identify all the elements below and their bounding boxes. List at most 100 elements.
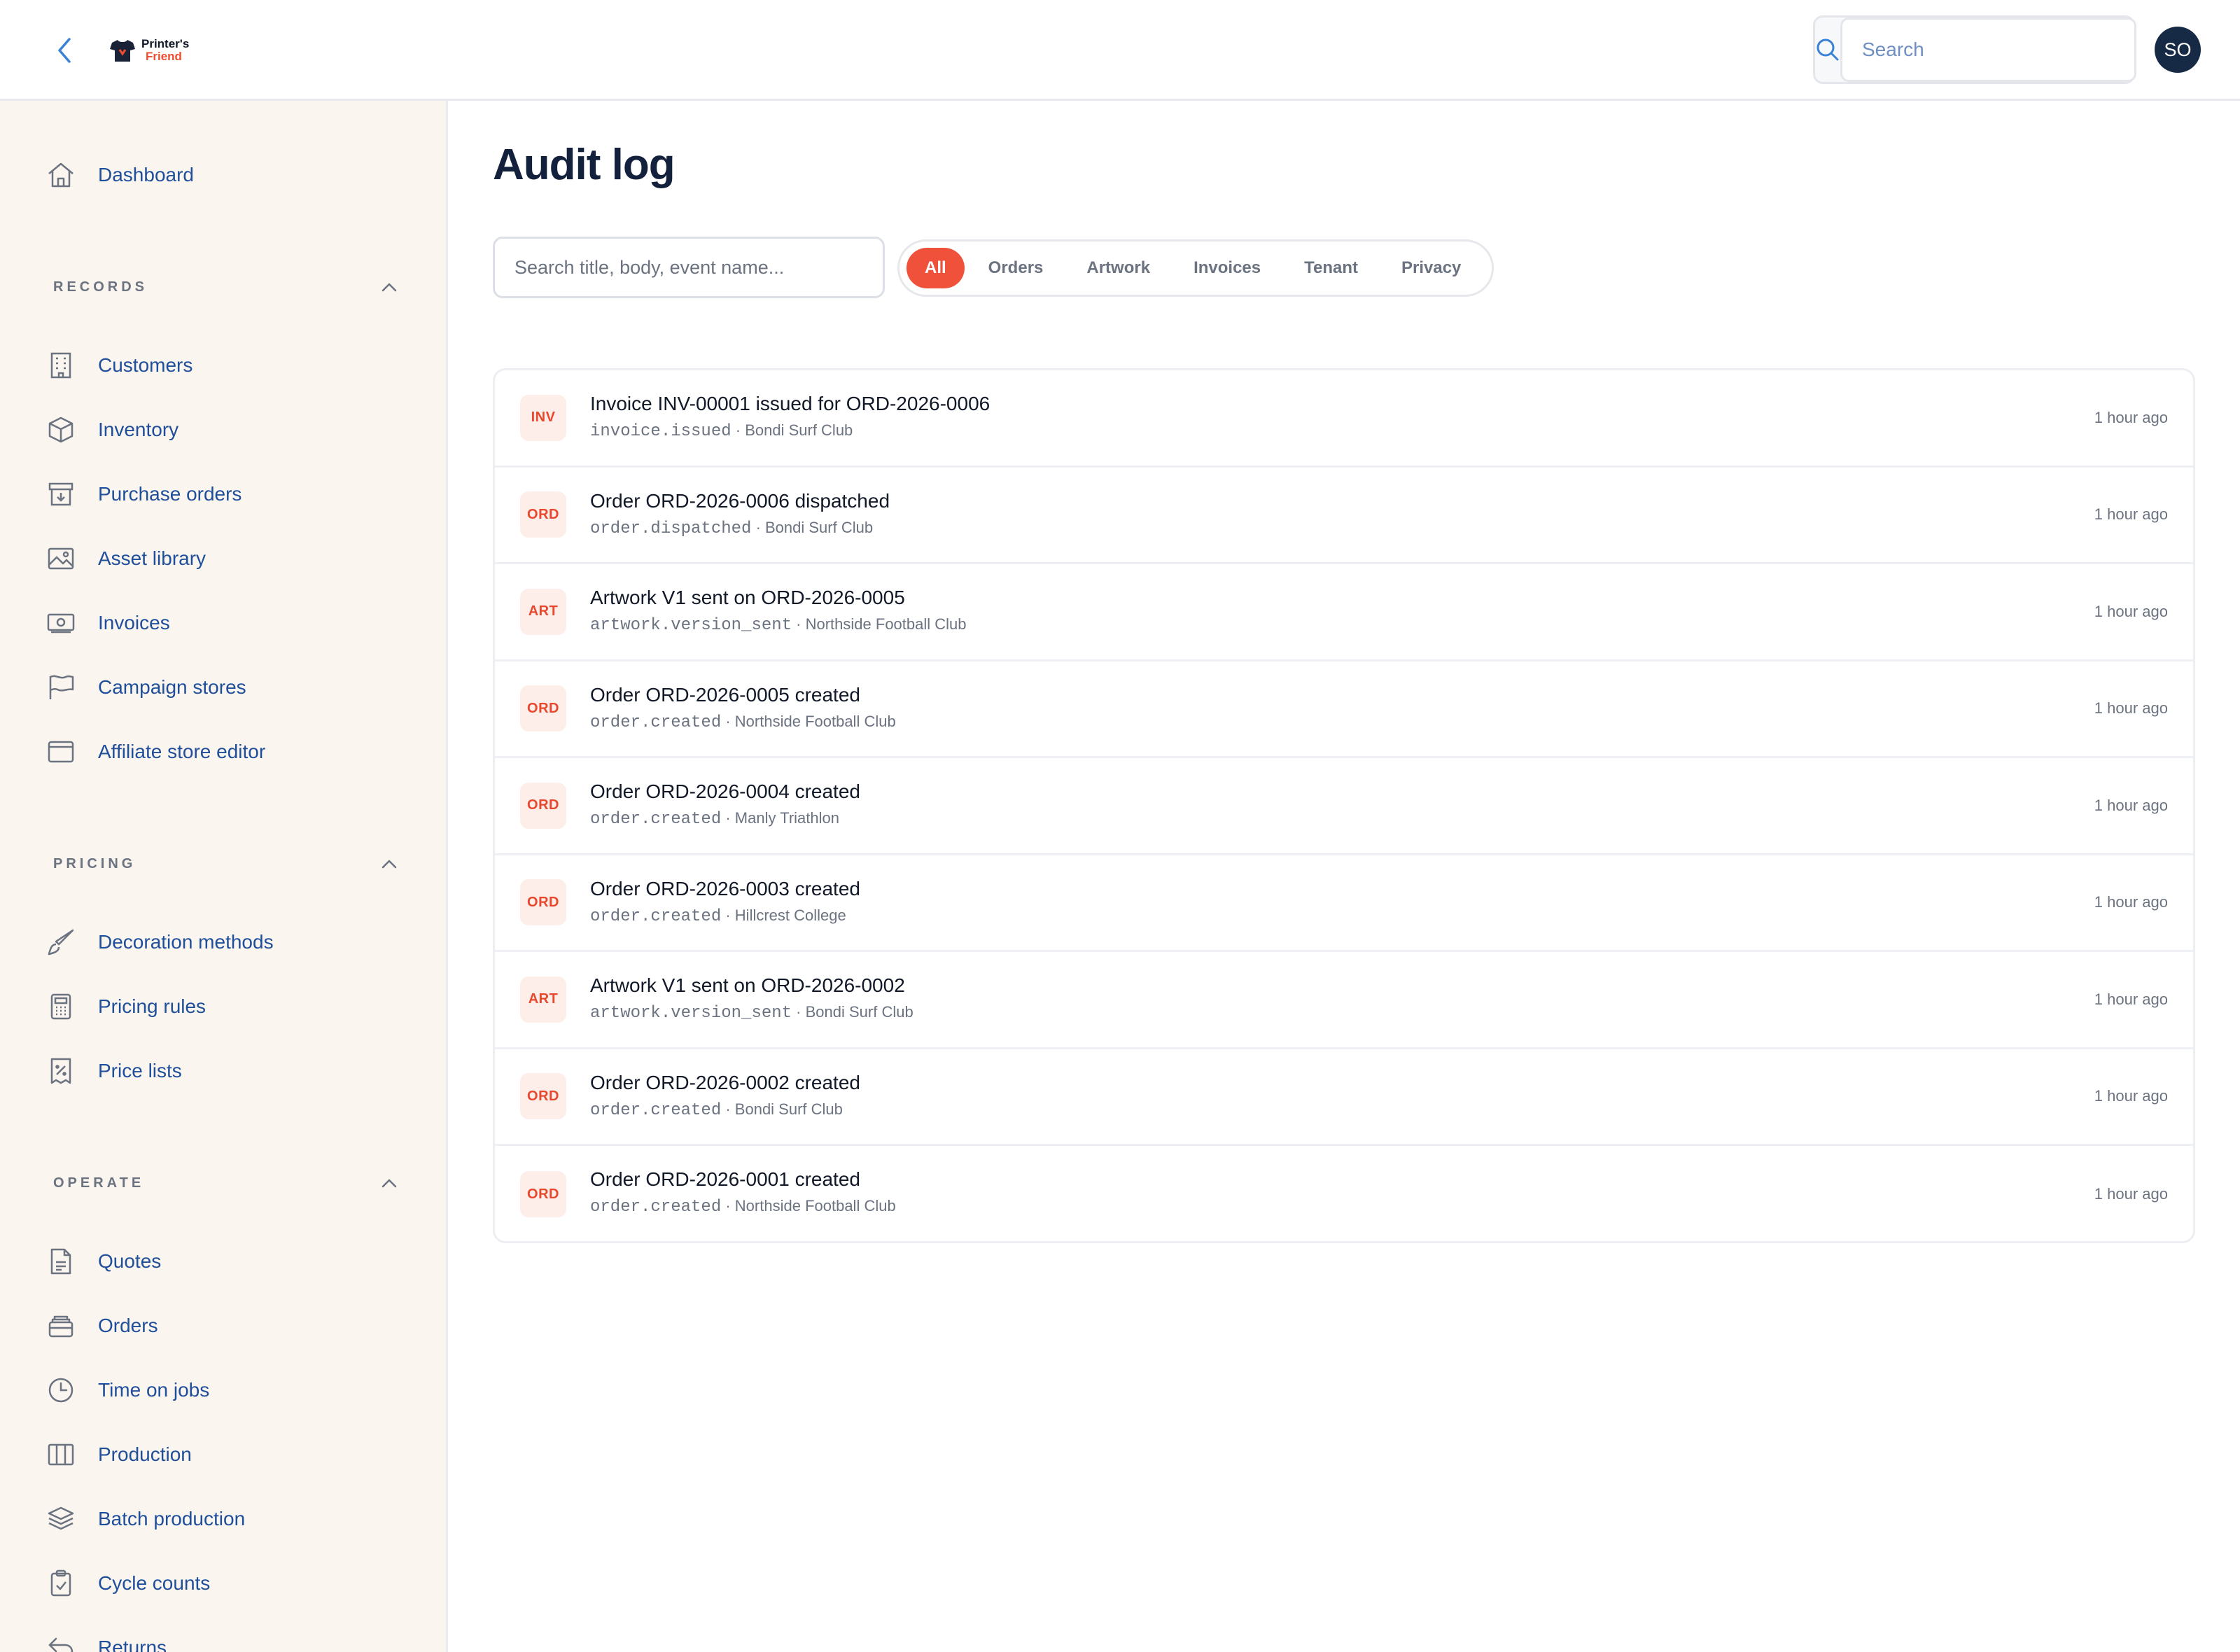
log-entry[interactable]: ORD Order ORD-2026-0005 created order.cr… [495,662,2193,758]
event-name: order.created [590,1198,722,1217]
audit-log-list: INV Invoice INV-00001 issued for ORD-202… [493,368,2195,1243]
client-name: · Bondi Surf Club [796,1003,913,1021]
sidebar-item-pricing-rules[interactable]: Pricing rules [45,986,206,1028]
sidebar-item-invoices[interactable]: Invoices [45,602,170,644]
sidebar-item-orders[interactable]: Orders [45,1305,158,1347]
log-entry[interactable]: ORD Order ORD-2026-0004 created order.cr… [495,758,2193,855]
entry-title: Order ORD-2026-0006 dispatched [590,489,890,512]
entry-title: Invoice INV-00001 issued for ORD-2026-00… [590,393,990,414]
log-entry[interactable]: ORD Order ORD-2026-0003 created order.cr… [495,855,2193,952]
sidebar-item-affiliate-store-editor[interactable]: Affiliate store editor [45,731,265,773]
entry-title: Order ORD-2026-0001 created [590,1168,860,1190]
user-avatar[interactable]: SO [2155,27,2201,73]
entry-title: Artwork V1 sent on ORD-2026-0005 [590,587,905,608]
collapse-pricing-button[interactable] [375,850,403,878]
sidebar-item-label: Invoices [98,612,170,634]
entry-title: Order ORD-2026-0003 created [590,877,860,899]
sidebar-item-inventory[interactable]: Inventory [45,409,178,451]
category-filter-tabs: All Orders Artwork Invoices Tenant Priva… [897,239,1494,297]
client-name: · Bondi Surf Club [755,518,874,536]
chevron-up-icon [382,860,397,869]
arrow-uturn-left-icon [45,1632,77,1652]
type-badge: ORD [520,1073,566,1120]
home-icon [45,159,77,191]
chevron-up-icon [382,1179,397,1188]
collapse-records-button[interactable] [375,273,403,301]
tab-orders[interactable]: Orders [969,248,1063,288]
event-name: artwork.version_sent [590,616,792,635]
event-name: order.created [590,1100,722,1120]
client-name: · Bondi Surf Club [735,421,853,439]
document-text-icon [45,1245,77,1278]
log-entry[interactable]: ART Artwork V1 sent on ORD-2026-0002 art… [495,952,2193,1049]
archive-download-icon [45,478,77,510]
entry-time: 1 hour ago [2094,1185,2168,1203]
collapse-operate-button[interactable] [375,1169,403,1197]
sidebar-item-batch-production[interactable]: Batch production [45,1498,245,1540]
back-button[interactable] [50,35,78,66]
entry-time: 1 hour ago [2094,1087,2168,1105]
sidebar-item-time-on-jobs[interactable]: Time on jobs [45,1369,209,1411]
sidebar-item-label: Asset library [98,547,206,569]
section-title: RECORDS [53,279,148,295]
type-badge: ORD [520,782,566,829]
tab-all[interactable]: All [906,248,965,288]
type-badge: ART [520,976,566,1023]
sidebar-item-customers[interactable]: Customers [45,344,192,386]
tab-invoices[interactable]: Invoices [1174,248,1280,288]
tab-tenant[interactable]: Tenant [1284,248,1378,288]
global-search [1813,15,2136,84]
logo-text-line1: Printer's [141,37,190,50]
paintbrush-icon [45,926,77,958]
sidebar-item-label: Campaign stores [98,676,246,698]
log-entry[interactable]: ART Artwork V1 sent on ORD-2026-0005 art… [495,564,2193,662]
type-badge: ORD [520,1171,566,1218]
entry-time: 1 hour ago [2094,505,2168,524]
sidebar-item-returns[interactable]: Returns [45,1627,167,1652]
search-input[interactable] [1840,18,2136,82]
sidebar-item-label: Production [98,1443,192,1465]
app-logo[interactable]: Printer's Friend [109,35,189,66]
sidebar-item-purchase-orders[interactable]: Purchase orders [45,473,241,515]
sidebar-item-price-lists[interactable]: Price lists [45,1050,182,1092]
sidebar: Dashboard RECORDS Customers Inventory Pu… [0,101,448,1652]
log-entry[interactable]: ORD Order ORD-2026-0001 created order.cr… [495,1146,2193,1241]
sidebar-item-production[interactable]: Production [45,1434,192,1476]
sidebar-item-decoration-methods[interactable]: Decoration methods [45,921,274,963]
event-name: order.created [590,713,722,732]
sidebar-item-cycle-counts[interactable]: Cycle counts [45,1562,210,1604]
sidebar-item-campaign-stores[interactable]: Campaign stores [45,666,246,708]
section-title: PRICING [53,855,136,872]
entry-time: 1 hour ago [2094,602,2168,620]
building-icon [45,349,77,382]
image-icon [45,542,77,575]
sidebar-item-label: Purchase orders [98,483,242,505]
banknote-icon [45,607,77,639]
entry-time: 1 hour ago [2094,408,2168,426]
browser-window-icon [45,736,77,768]
client-name: · Manly Triathlon [725,809,839,827]
client-name: · Northside Football Club [725,712,896,730]
client-name: · Bondi Surf Club [725,1100,843,1118]
log-entry[interactable]: ORD Order ORD-2026-0006 dispatched order… [495,468,2193,564]
sidebar-item-dashboard[interactable]: Dashboard [45,154,194,196]
tab-artwork[interactable]: Artwork [1067,248,1170,288]
cube-icon [45,414,77,446]
entry-time: 1 hour ago [2094,796,2168,814]
tab-privacy[interactable]: Privacy [1382,248,1480,288]
log-entry[interactable]: INV Invoice INV-00001 issued for ORD-202… [495,370,2193,468]
sidebar-item-label: Price lists [98,1060,182,1082]
type-badge: ORD [520,879,566,926]
search-button[interactable] [1815,18,1840,82]
columns-icon [45,1438,77,1471]
log-entry[interactable]: ORD Order ORD-2026-0002 created order.cr… [495,1049,2193,1146]
logo-text-line2: Friend [146,50,182,63]
entry-title: Order ORD-2026-0005 created [590,683,860,706]
sidebar-item-label: Batch production [98,1508,246,1530]
sidebar-item-quotes[interactable]: Quotes [45,1240,161,1282]
sidebar-item-asset-library[interactable]: Asset library [45,538,206,580]
type-badge: INV [520,394,566,441]
entry-title: Artwork V1 sent on ORD-2026-0002 [590,974,905,996]
sidebar-item-label: Orders [98,1315,158,1336]
audit-search-input[interactable] [493,237,885,298]
